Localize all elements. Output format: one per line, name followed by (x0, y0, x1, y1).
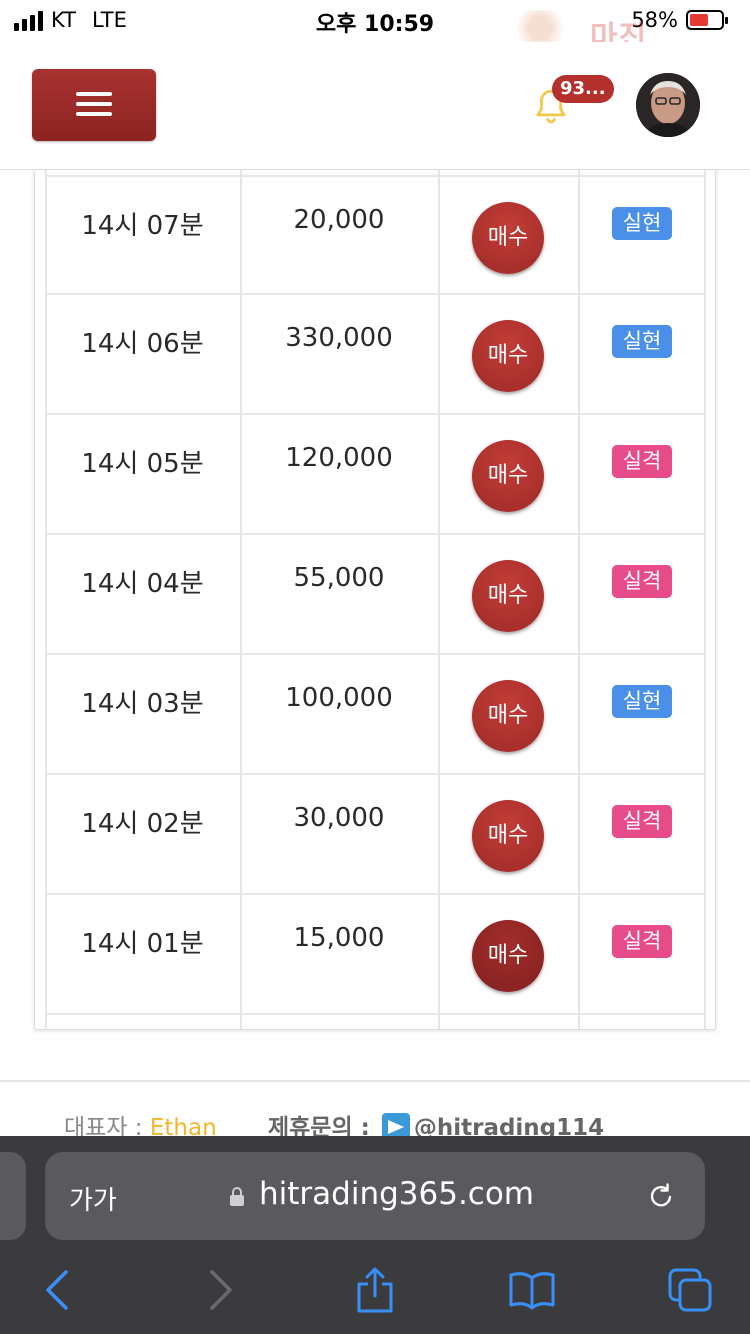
lock-icon (230, 1187, 244, 1206)
trade-time: 14시 02분 (81, 809, 204, 839)
tabs-icon[interactable] (666, 1266, 714, 1314)
result-badge: 실격 (612, 805, 672, 838)
contact-handle[interactable]: @hitrading114 (414, 1115, 604, 1138)
result-badge: 실현 (612, 325, 672, 358)
result-badge: 실현 (612, 207, 672, 240)
buy-button[interactable]: 매수 (472, 680, 544, 752)
status-bar: KT LTE 오후 10:59 58% (0, 0, 750, 42)
trade-grid: 14시 07분 20,000 매수 실현 14시 06분 330,000 매수 … (45, 170, 706, 1029)
user-avatar[interactable] (636, 73, 700, 137)
footer-info: 대표자 : Ethan 제휴문의 : @hitrading114 (64, 1108, 744, 1138)
trade-history-table: 14시 07분 20,000 매수 실현 14시 06분 330,000 매수 … (34, 170, 716, 1030)
trade-amount: 20,000 (293, 205, 385, 235)
table-row: 14시 07분 20,000 매수 실현 (45, 175, 706, 295)
app-header: 93... (0, 42, 750, 170)
result-badge: 실격 (612, 445, 672, 478)
buy-button[interactable]: 매수 (472, 800, 544, 872)
table-row: 14시 03분 100,000 매수 실현 (45, 655, 706, 775)
buy-button[interactable]: 매수 (472, 560, 544, 632)
forward-icon[interactable] (196, 1266, 244, 1314)
result-badge: 실현 (612, 685, 672, 718)
trade-amount: 100,000 (285, 683, 393, 713)
notification-count-badge[interactable]: 93... (552, 75, 614, 103)
table-row: 14시 06분 330,000 매수 실현 (45, 295, 706, 415)
rep-label: 대표자 : (64, 1115, 150, 1138)
hamburger-icon-bar (76, 112, 112, 116)
trade-time: 14시 03분 (81, 689, 204, 719)
telegram-icon[interactable] (381, 1113, 410, 1138)
trade-amount: 30,000 (293, 803, 385, 833)
back-icon[interactable] (34, 1266, 82, 1314)
table-row: 14시 05분 120,000 매수 실격 (45, 415, 706, 535)
rep-name: Ethan (149, 1115, 217, 1138)
status-right: 58% (631, 8, 728, 32)
previous-tab-preview[interactable] (0, 1152, 26, 1240)
trade-amount: 120,000 (285, 443, 393, 473)
share-icon[interactable] (351, 1266, 399, 1314)
avatar-image (636, 73, 700, 137)
buy-button[interactable]: 매수 (472, 202, 544, 274)
hamburger-icon (76, 92, 112, 96)
browser-bottom-bar: 가가 hitrading365.com (0, 1136, 750, 1334)
table-row: 14시 04분 55,000 매수 실격 (45, 535, 706, 655)
battery-percent: 58% (631, 8, 678, 32)
text-size-button[interactable]: 가가 (69, 1180, 117, 1217)
result-badge: 실격 (612, 925, 672, 958)
trade-amount: 15,000 (293, 923, 385, 953)
trade-time: 14시 05분 (81, 449, 204, 479)
trade-time: 14시 07분 (81, 211, 204, 241)
menu-button[interactable] (32, 69, 156, 141)
trade-time: 14시 01분 (81, 929, 204, 959)
hamburger-icon-bar (76, 102, 112, 106)
reload-icon[interactable] (645, 1180, 677, 1212)
buy-button[interactable]: 매수 (472, 320, 544, 392)
address-bar[interactable]: 가가 hitrading365.com (45, 1152, 705, 1240)
table-row: 14시 01분 15,000 매수 실격 (45, 895, 706, 1015)
footer-divider (0, 1080, 750, 1082)
result-badge: 실격 (612, 565, 672, 598)
buy-button[interactable]: 매수 (472, 440, 544, 512)
battery-icon (686, 10, 728, 30)
trade-amount: 55,000 (293, 563, 385, 593)
table-row: 14시 02분 30,000 매수 실격 (45, 775, 706, 895)
bookmarks-icon[interactable] (508, 1266, 556, 1314)
trade-amount: 330,000 (285, 323, 393, 353)
trade-time: 14시 06분 (81, 329, 204, 359)
url-text: hitrading365.com (259, 1176, 535, 1212)
contact-label: 제휴문의 : (267, 1115, 378, 1138)
trade-time: 14시 04분 (81, 569, 204, 599)
buy-button[interactable]: 매수 (472, 920, 544, 992)
